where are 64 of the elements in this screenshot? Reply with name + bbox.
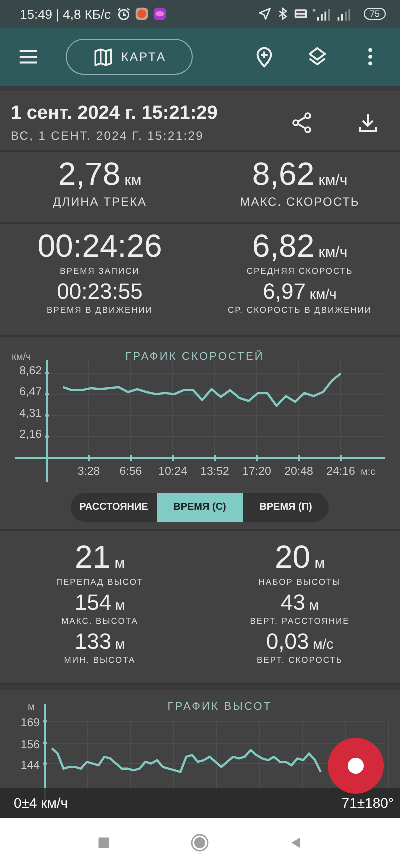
tick-label: 3:28 [78, 466, 100, 478]
stat-value: 00:23:55 [57, 280, 143, 303]
stat-value: 8,62 км/ч [252, 158, 348, 192]
tick-label: 24:16 [326, 466, 356, 478]
map-button[interactable]: КАРТА [66, 39, 194, 75]
stat-value: 0,03 м/с [266, 630, 334, 653]
stat-label: НАБОР ВЫСОТЫ [258, 576, 342, 587]
tick-label: 4,31 [20, 408, 42, 420]
tick-label: 6,47 [20, 386, 42, 399]
tick-label: 144 [20, 760, 40, 772]
stat-value: 6,82 км/ч [252, 230, 348, 264]
volte-icon [294, 7, 308, 21]
chart-title: ГРАФИК ВЫСОТ [168, 700, 272, 713]
stat-label: МИН. ВЫСОТА [64, 654, 136, 665]
back-icon[interactable] [289, 836, 303, 850]
recents-icon[interactable] [97, 836, 111, 850]
location-arrow-icon [258, 7, 272, 21]
stat-label: МАКС. СКОРОСТЬ [240, 194, 360, 209]
tick-label: 10:24 [158, 466, 188, 478]
track-title: 1 сент. 2024 г. 15:21:29 [11, 102, 219, 124]
app-icon [153, 7, 168, 21]
tick-label: 2,16 [20, 428, 42, 441]
signal-icon [312, 8, 332, 20]
tick-label: 13:52 [200, 466, 230, 478]
tick-label: 20:48 [284, 466, 314, 478]
gps-speed: 0±4 км/ч [14, 795, 68, 811]
stat-label: СР. СКОРОСТЬ В ДВИЖЕНИИ [228, 304, 372, 315]
stat-value: 2,78 км [58, 158, 142, 192]
track-date: ВС, 1 СЕНТ. 2024 Г. 15:21:29 [11, 128, 205, 142]
stat-value: 154 м [74, 590, 126, 614]
stat-label: ВЕРТ. РАССТОЯНИЕ [250, 616, 350, 626]
gps-bearing: 71±180° [342, 795, 394, 811]
stat-value: 43 м [281, 590, 319, 614]
tick-label: 156 [20, 739, 40, 752]
share-icon[interactable] [290, 110, 314, 134]
map-icon [92, 46, 114, 68]
tick-label: 8,62 [20, 366, 42, 378]
view-tab[interactable]: ВРЕМЯ (С) [157, 493, 243, 522]
stat-label: ВЕРТ. СКОРОСТЬ [257, 654, 343, 665]
stat-value: 00:24:26 [38, 230, 162, 264]
axis-unit: км/ч [12, 352, 32, 363]
axis-unit: м [28, 702, 35, 713]
stat-label: ПЕРЕПАД ВЫСОТ [56, 576, 144, 587]
chart-title: ГРАФИК СКОРОСТЕЙ [126, 351, 264, 363]
status-time: 15:49 | 4,8 КБ/с [20, 6, 112, 22]
stat-value: 6,97 км/ч [263, 280, 337, 303]
tick-label: 17:20 [242, 466, 272, 478]
stat-label: ДЛИНА ТРЕКА [53, 194, 147, 209]
stat-value: 20 м [274, 541, 326, 575]
view-tab[interactable]: РАССТОЯНИЕ [71, 493, 157, 522]
app-icon [135, 7, 150, 21]
stat-value: 21 м [74, 541, 126, 575]
home-icon[interactable] [191, 834, 209, 852]
stat-label: МАКС. ВЫСОТА [62, 616, 138, 626]
tick-label: 6:56 [120, 466, 142, 478]
alarm-icon [117, 7, 132, 21]
battery-indicator: 75 [364, 8, 386, 20]
stat-value: 133 м [74, 630, 126, 653]
stat-label: СРЕДНЯЯ СКОРОСТЬ [246, 266, 354, 276]
tick-label: 169 [20, 717, 40, 730]
view-tab[interactable]: ВРЕМЯ (П) [243, 493, 329, 522]
stat-label: ВРЕМЯ В ДВИЖЕНИИ [46, 304, 154, 315]
axis-unit: м:с [361, 467, 376, 478]
stat-label: ВРЕМЯ ЗАПИСИ [60, 266, 140, 276]
